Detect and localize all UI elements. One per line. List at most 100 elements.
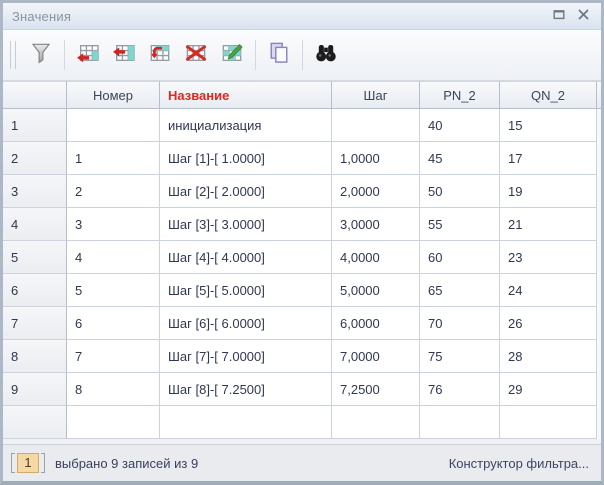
table-row[interactable]: 1 инициализация 4015 — [3, 109, 601, 142]
row-indicator[interactable]: 4 — [3, 208, 67, 241]
grid-arrow-left-button[interactable] — [72, 39, 104, 71]
cell-name[interactable]: Шаг [7]-[ 7.0000] — [160, 340, 332, 373]
cell-pn2[interactable]: 50 — [420, 175, 500, 208]
grid-curved-arrow-button[interactable] — [144, 39, 176, 71]
cell-name[interactable]: Шаг [4]-[ 4.0000] — [160, 241, 332, 274]
cell-number[interactable]: 4 — [67, 241, 160, 274]
table-row[interactable]: 21Шаг [1]-[ 1.0000]1,00004517 — [3, 142, 601, 175]
table-row[interactable]: 32Шаг [2]-[ 2.0000]2,00005019 — [3, 175, 601, 208]
cell-qn2[interactable]: 15 — [500, 109, 597, 142]
grid-delete-button[interactable] — [180, 39, 212, 71]
table-row[interactable]: 54Шаг [4]-[ 4.0000]4,00006023 — [3, 241, 601, 274]
cell-qn2[interactable]: 24 — [500, 274, 597, 307]
row-indicator[interactable]: 6 — [3, 274, 67, 307]
cell-step[interactable] — [332, 109, 420, 142]
table-row[interactable]: 65Шаг [5]-[ 5.0000]5,00006524 — [3, 274, 601, 307]
cell-pn2[interactable]: 60 — [420, 241, 500, 274]
status-bar: 1 выбрано 9 записей из 9 Конструктор фил… — [3, 444, 601, 481]
toolbar-separator — [302, 40, 303, 70]
cell-qn2[interactable]: 17 — [500, 142, 597, 175]
cell-step[interactable]: 3,0000 — [332, 208, 420, 241]
cell-number[interactable]: 7 — [67, 340, 160, 373]
cell-number[interactable]: 5 — [67, 274, 160, 307]
cell-pn2[interactable]: 45 — [420, 142, 500, 175]
cell-step[interactable]: 5,0000 — [332, 274, 420, 307]
column-header-qn2[interactable]: QN_2 — [500, 81, 597, 109]
row-indicator[interactable]: 8 — [3, 340, 67, 373]
column-header-pn2[interactable]: PN_2 — [420, 81, 500, 109]
title-bar[interactable]: Значения — [3, 3, 601, 30]
maximize-button[interactable] — [547, 6, 571, 26]
cell-name[interactable]: Шаг [6]-[ 6.0000] — [160, 307, 332, 340]
cell-qn2[interactable]: 26 — [500, 307, 597, 340]
row-indicator[interactable]: 7 — [3, 307, 67, 340]
cell-number[interactable] — [67, 109, 160, 142]
grid-arrow-left-icon — [76, 41, 100, 70]
cell-number[interactable]: 6 — [67, 307, 160, 340]
maximize-icon — [553, 7, 565, 25]
cell-step[interactable]: 7,2500 — [332, 373, 420, 406]
row-indicator[interactable]: 1 — [3, 109, 67, 142]
row-indicator[interactable]: 9 — [3, 373, 67, 406]
cell-pn2[interactable]: 70 — [420, 307, 500, 340]
column-header-name[interactable]: Название — [160, 81, 332, 109]
cell-number[interactable]: 8 — [67, 373, 160, 406]
grid-curved-arrow-icon — [148, 41, 172, 70]
cell-name[interactable]: инициализация — [160, 109, 332, 142]
table-row[interactable]: 43Шаг [3]-[ 3.0000]3,00005521 — [3, 208, 601, 241]
toolbar-grip[interactable] — [10, 41, 16, 69]
grid-edit-button[interactable] — [216, 39, 248, 71]
cell-pn2[interactable]: 65 — [420, 274, 500, 307]
column-header-step[interactable]: Шаг — [332, 81, 420, 109]
grid-arrow-left-teal-button[interactable] — [108, 39, 140, 71]
close-button[interactable] — [571, 6, 595, 26]
cell-number[interactable]: 2 — [67, 175, 160, 208]
cell-step[interactable]: 4,0000 — [332, 241, 420, 274]
cell-pn2[interactable]: 40 — [420, 109, 500, 142]
cell-qn2[interactable]: 29 — [500, 373, 597, 406]
cell-name[interactable]: Шаг [2]-[ 2.0000] — [160, 175, 332, 208]
cell-qn2[interactable]: 23 — [500, 241, 597, 274]
row-indicator[interactable]: 5 — [3, 241, 67, 274]
cell-step[interactable]: 7,0000 — [332, 340, 420, 373]
cell-name[interactable]: Шаг [5]-[ 5.0000] — [160, 274, 332, 307]
status-badge[interactable]: 1 — [17, 453, 39, 473]
find-button[interactable] — [310, 39, 342, 71]
row-indicator[interactable] — [3, 406, 67, 439]
table-row[interactable]: 87Шаг [7]-[ 7.0000]7,00007528 — [3, 340, 601, 373]
grid-header-row: НомерНазваниеШагPN_2QN_2 — [3, 81, 601, 109]
cell-number[interactable] — [67, 406, 160, 439]
cell-pn2[interactable]: 76 — [420, 373, 500, 406]
table-row[interactable] — [3, 406, 601, 439]
cell-step[interactable]: 2,0000 — [332, 175, 420, 208]
record-indicator[interactable]: 1 — [11, 453, 45, 473]
row-filler — [597, 307, 601, 340]
cell-name[interactable]: Шаг [8]-[ 7.2500] — [160, 373, 332, 406]
column-header-number[interactable]: Номер — [67, 81, 160, 109]
row-indicator[interactable]: 2 — [3, 142, 67, 175]
cell-name[interactable]: Шаг [1]-[ 1.0000] — [160, 142, 332, 175]
cell-step[interactable]: 1,0000 — [332, 142, 420, 175]
copy-button[interactable] — [263, 39, 295, 71]
filter-button[interactable] — [25, 39, 57, 71]
cell-pn2[interactable]: 55 — [420, 208, 500, 241]
selection-summary: выбрано 9 записей из 9 — [55, 456, 198, 471]
cell-number[interactable]: 1 — [67, 142, 160, 175]
cell-step[interactable] — [332, 406, 420, 439]
cell-name[interactable]: Шаг [3]-[ 3.0000] — [160, 208, 332, 241]
table-row[interactable]: 76Шаг [6]-[ 6.0000]6,00007026 — [3, 307, 601, 340]
cell-pn2[interactable]: 75 — [420, 340, 500, 373]
cell-name[interactable] — [160, 406, 332, 439]
row-indicator[interactable]: 3 — [3, 175, 67, 208]
cell-qn2[interactable]: 21 — [500, 208, 597, 241]
column-header-indicator[interactable] — [3, 81, 67, 109]
cell-qn2[interactable] — [500, 406, 597, 439]
cell-number[interactable]: 3 — [67, 208, 160, 241]
cell-qn2[interactable]: 19 — [500, 175, 597, 208]
cell-qn2[interactable]: 28 — [500, 340, 597, 373]
table-row[interactable]: 98Шаг [8]-[ 7.2500]7,25007629 — [3, 373, 601, 406]
values-window: Значения — [0, 0, 604, 485]
filter-builder-link[interactable]: Конструктор фильтра... — [449, 456, 589, 471]
cell-pn2[interactable] — [420, 406, 500, 439]
cell-step[interactable]: 6,0000 — [332, 307, 420, 340]
